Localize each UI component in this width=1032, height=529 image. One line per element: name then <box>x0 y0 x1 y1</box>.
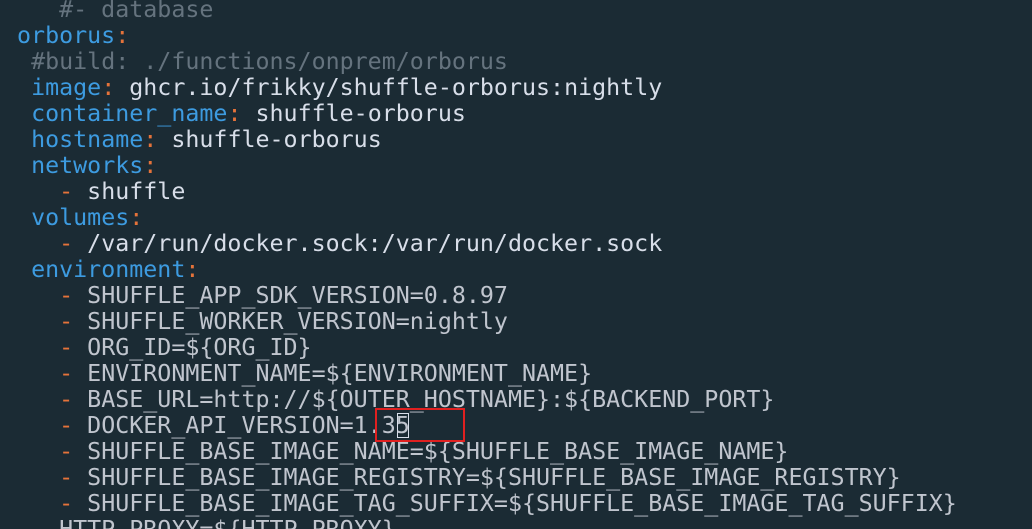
yaml-value: shuffle <box>73 178 186 205</box>
yaml-colon: : <box>101 74 116 101</box>
list-dash: - <box>59 360 74 387</box>
yaml-key: container_name <box>31 100 228 127</box>
code-line: - SHUFFLE_BASE_IMAGE_TAG_SUFFIX=${SHUFFL… <box>3 491 957 517</box>
yaml-value: shuffle-orborus <box>241 100 466 127</box>
yaml-key: image <box>31 74 102 101</box>
text-cursor[interactable]: 5 <box>396 412 410 439</box>
code-line: - ENVIRONMENT_NAME=${ENVIRONMENT_NAME} <box>3 361 592 387</box>
list-dash: - <box>59 490 74 517</box>
code-line: - SHUFFLE_BASE_IMAGE_REGISTRY=${SHUFFLE_… <box>3 465 901 491</box>
code-line: container_name: shuffle-orborus <box>3 101 466 127</box>
yaml-value: /var/run/docker.sock:/var/run/docker.soc… <box>73 230 663 257</box>
code-line: networks: <box>3 153 157 179</box>
code-line: - SHUFFLE_BASE_IMAGE_NAME=${SHUFFLE_BASE… <box>3 439 788 465</box>
env-entry: BASE_URL=http://${OUTER_HOSTNAME}:${BACK… <box>73 386 775 413</box>
code-line: - SHUFFLE_WORKER_VERSION=nightly <box>3 309 508 335</box>
list-dash: - <box>59 308 74 335</box>
yaml-colon: : <box>143 126 158 153</box>
code-line: volumes: <box>3 205 143 231</box>
env-entry: SHUFFLE_APP_SDK_VERSION=0.8.97 <box>73 282 508 309</box>
code-line: - SHUFFLE_APP_SDK_VERSION=0.8.97 <box>3 283 508 309</box>
code-line: - shuffle <box>3 179 185 205</box>
list-dash: - <box>59 334 74 361</box>
env-entry: ENVIRONMENT_NAME=${ENVIRONMENT_NAME} <box>73 360 593 387</box>
terminal-editor[interactable]: #- database orborus: #build: ./functions… <box>0 0 1032 529</box>
list-dash: - <box>59 230 74 257</box>
list-dash: - <box>59 438 74 465</box>
code-line: - DOCKER_API_VERSION=1.35 <box>3 413 410 439</box>
code-line: - BASE_URL=http://${OUTER_HOSTNAME}:${BA… <box>3 387 774 413</box>
code-line: hostname: shuffle-orborus <box>3 127 382 153</box>
env-entry: SHUFFLE_WORKER_VERSION=nightly <box>73 308 508 335</box>
env-entry: ORG_ID=${ORG_ID} <box>73 334 312 361</box>
list-dash: - <box>59 386 74 413</box>
env-entry: HTTP_PROXY=${HTTP_PROXY} <box>59 516 396 529</box>
yaml-colon: : <box>185 256 200 283</box>
yaml-comment: #- database <box>59 0 214 23</box>
env-entry: SHUFFLE_BASE_IMAGE_REGISTRY=${SHUFFLE_BA… <box>73 464 901 491</box>
yaml-value: ghcr.io/frikky/shuffle-orborus:nightly <box>115 74 663 101</box>
yaml-colon: : <box>115 22 130 49</box>
yaml-colon: : <box>143 152 158 179</box>
code-line: - /var/run/docker.sock:/var/run/docker.s… <box>3 231 662 257</box>
yaml-key: hostname <box>31 126 144 153</box>
list-dash: - <box>59 282 74 309</box>
code-line: orborus: <box>3 23 129 49</box>
yaml-value: shuffle-orborus <box>157 126 382 153</box>
env-entry: SHUFFLE_BASE_IMAGE_NAME=${SHUFFLE_BASE_I… <box>73 438 789 465</box>
yaml-key: environment <box>31 256 186 283</box>
yaml-key: orborus <box>17 22 116 49</box>
yaml-key: volumes <box>31 204 130 231</box>
code-line: - ORG_ID=${ORG_ID} <box>3 334 312 361</box>
yaml-key: networks <box>31 152 144 179</box>
code-line: HTTP_PROXY=${HTTP_PROXY} <box>3 517 396 529</box>
env-entry-before-cursor: DOCKER_API_VERSION=1.3 <box>73 412 396 439</box>
list-dash: - <box>59 412 74 439</box>
code-line: #- database <box>3 0 213 23</box>
list-dash: - <box>59 464 74 491</box>
list-dash: - <box>59 178 74 205</box>
code-line: image: ghcr.io/frikky/shuffle-orborus:ni… <box>3 75 662 101</box>
env-entry: SHUFFLE_BASE_IMAGE_TAG_SUFFIX=${SHUFFLE_… <box>73 490 957 517</box>
code-line: environment: <box>3 257 199 283</box>
yaml-colon: : <box>129 204 144 231</box>
yaml-colon: : <box>227 100 242 127</box>
yaml-comment: #build: ./functions/onprem/orborus <box>31 48 508 75</box>
code-line: #build: ./functions/onprem/orborus <box>3 49 508 75</box>
